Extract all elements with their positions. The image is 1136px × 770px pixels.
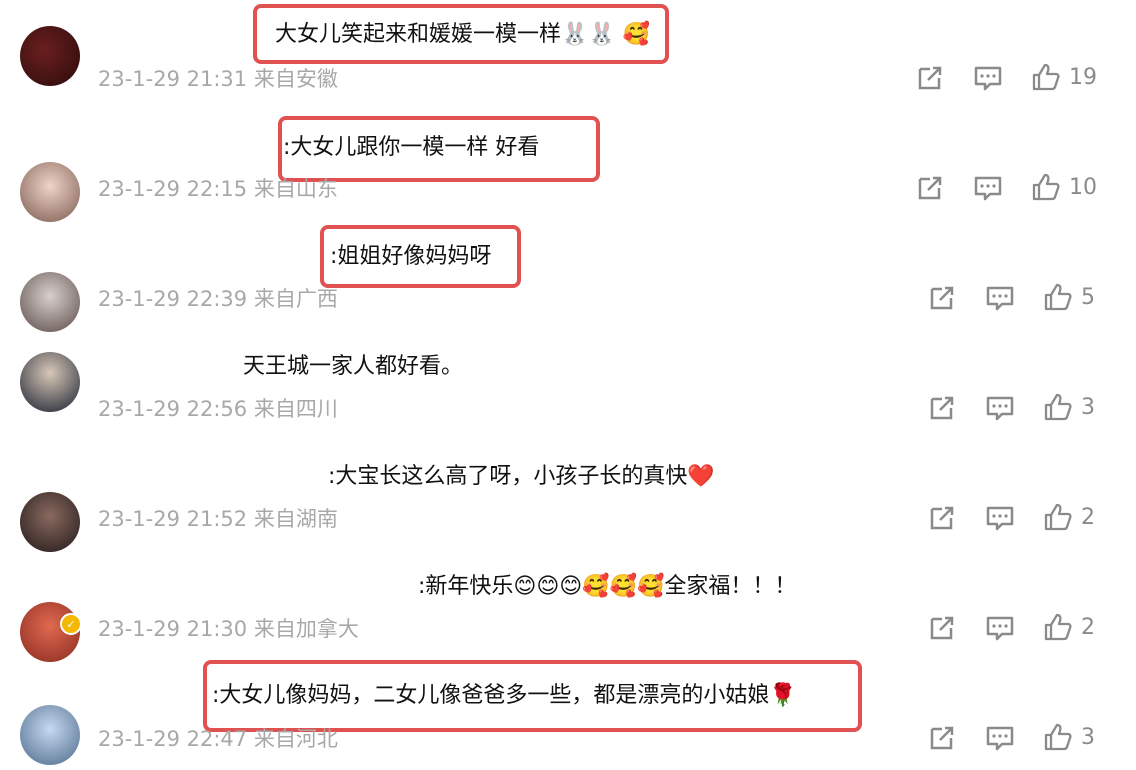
thumbs-up-icon	[1044, 723, 1072, 751]
comment-text: :新年快乐😊😊😊🥰🥰🥰全家福！！！	[418, 574, 797, 599]
avatar[interactable]	[20, 705, 80, 765]
like-button[interactable]: 3	[1043, 721, 1095, 753]
comment-row: 天王城一家人都好看。 23-1-29 22:56 来自四川 3	[0, 330, 1136, 440]
avatar[interactable]	[20, 26, 80, 86]
thumbs-up-icon	[1044, 503, 1072, 531]
avatar[interactable]	[20, 162, 80, 222]
share-icon	[930, 286, 954, 310]
comment-button[interactable]	[985, 282, 1015, 314]
comment-icon	[974, 66, 1002, 91]
like-count: 19	[1069, 64, 1097, 90]
comment-button[interactable]	[973, 62, 1003, 94]
like-count: 3	[1081, 394, 1095, 420]
like-count: 3	[1081, 724, 1095, 750]
comment-location: 来自山东	[253, 177, 338, 201]
comment-icon	[986, 616, 1014, 641]
share-icon	[930, 396, 954, 420]
comment-icon	[986, 726, 1014, 751]
comment-meta: 23-1-29 22:15 来自山东	[98, 173, 338, 203]
comment-text: 天王城一家人都好看。	[243, 354, 464, 379]
comment-button[interactable]	[985, 502, 1015, 534]
comment-time: 23-1-29 22:39	[98, 287, 248, 311]
share-button[interactable]	[927, 722, 957, 754]
thumbs-up-icon	[1044, 613, 1072, 641]
comment-row: :大女儿跟你一模一样 好看 23-1-29 22:15 来自山东 10	[0, 110, 1136, 222]
thumbs-up-icon	[1032, 63, 1060, 91]
comment-location: 来自四川	[253, 397, 338, 421]
comment-meta: 23-1-29 22:39 来自广西	[98, 283, 338, 313]
share-icon	[930, 616, 954, 640]
comment-location: 来自河北	[253, 727, 338, 751]
thumbs-up-icon	[1044, 283, 1072, 311]
comment-time: 23-1-29 22:15	[98, 177, 248, 201]
comment-icon	[986, 506, 1014, 531]
like-count: 5	[1081, 284, 1095, 310]
thumbs-up-icon	[1032, 173, 1060, 201]
comment-text: :大女儿像妈妈，二女儿像爸爸多一些，都是漂亮的小姑娘🌹	[212, 683, 797, 708]
comment-row: ✓ :新年快乐😊😊😊🥰🥰🥰全家福！！！ 23-1-29 21:30 来自加拿大 …	[0, 550, 1136, 662]
comment-button[interactable]	[985, 722, 1015, 754]
like-button[interactable]: 10	[1031, 171, 1097, 203]
share-button[interactable]	[927, 502, 957, 534]
thumbs-up-icon	[1044, 393, 1072, 421]
verified-badge: ✓	[60, 613, 82, 635]
comment-row: :姐姐好像妈妈呀 23-1-29 22:39 来自广西 5	[0, 220, 1136, 332]
comment-location: 来自加拿大	[253, 617, 359, 641]
comment-text: :大宝长这么高了呀，小孩子长的真快❤️	[328, 464, 715, 489]
comment-button[interactable]	[973, 172, 1003, 204]
comment-text: :姐姐好像妈妈呀	[330, 244, 492, 269]
share-icon	[930, 506, 954, 530]
comment-row: :大女儿像妈妈，二女儿像爸爸多一些，都是漂亮的小姑娘🌹 23-1-29 22:4…	[0, 660, 1136, 770]
comment-icon	[974, 176, 1002, 201]
like-button[interactable]: 3	[1043, 391, 1095, 423]
share-icon	[918, 66, 942, 90]
like-count: 10	[1069, 174, 1097, 200]
comment-time: 23-1-29 21:30	[98, 617, 248, 641]
comment-meta: 23-1-29 22:56 来自四川	[98, 393, 338, 423]
comment-row: :大宝长这么高了呀，小孩子长的真快❤️ 23-1-29 21:52 来自湖南 2	[0, 440, 1136, 552]
like-button[interactable]: 2	[1043, 501, 1095, 533]
like-count: 2	[1081, 504, 1095, 530]
comment-location: 来自安徽	[253, 67, 338, 91]
share-icon	[918, 176, 942, 200]
comment-location: 来自广西	[253, 287, 338, 311]
comment-icon	[986, 396, 1014, 421]
comment-row: 大女儿笑起来和媛媛一模一样🐰🐰 🥰 23-1-29 21:31 来自安徽 19	[0, 0, 1136, 110]
avatar[interactable]	[20, 272, 80, 332]
comment-time: 23-1-29 22:56	[98, 397, 248, 421]
share-button[interactable]	[915, 172, 945, 204]
comment-time: 23-1-29 22:47	[98, 727, 248, 751]
like-count: 2	[1081, 614, 1095, 640]
like-button[interactable]: 2	[1043, 611, 1095, 643]
comment-button[interactable]	[985, 612, 1015, 644]
like-button[interactable]: 5	[1043, 281, 1095, 313]
comment-text: :大女儿跟你一模一样 好看	[283, 135, 540, 160]
comment-meta: 23-1-29 21:52 来自湖南	[98, 503, 338, 533]
comment-time: 23-1-29 21:52	[98, 507, 248, 531]
comment-location: 来自湖南	[253, 507, 338, 531]
comment-text: 大女儿笑起来和媛媛一模一样🐰🐰 🥰	[275, 22, 651, 47]
comment-meta: 23-1-29 21:30 来自加拿大	[98, 613, 359, 643]
comment-button[interactable]	[985, 392, 1015, 424]
comment-time: 23-1-29 21:31	[98, 67, 248, 91]
avatar[interactable]	[20, 352, 80, 412]
share-button[interactable]	[927, 282, 957, 314]
comment-meta: 23-1-29 21:31 来自安徽	[98, 63, 338, 93]
share-button[interactable]	[927, 612, 957, 644]
share-icon	[930, 726, 954, 750]
like-button[interactable]: 19	[1031, 61, 1097, 93]
comment-meta: 23-1-29 22:47 来自河北	[98, 723, 338, 753]
comment-icon	[986, 286, 1014, 311]
avatar[interactable]	[20, 492, 80, 552]
share-button[interactable]	[927, 392, 957, 424]
share-button[interactable]	[915, 62, 945, 94]
